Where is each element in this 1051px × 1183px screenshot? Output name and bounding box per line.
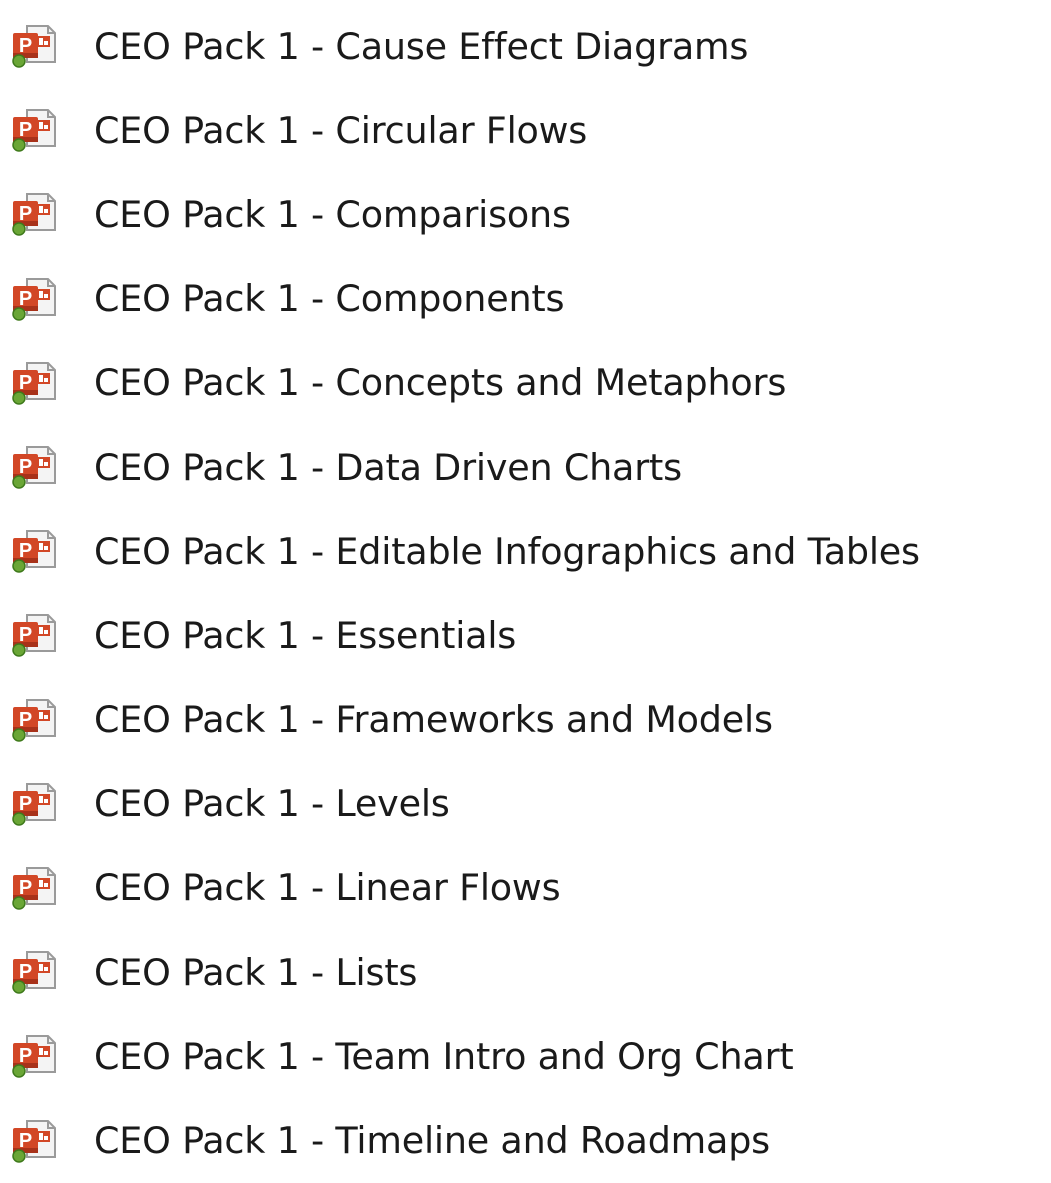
svg-text:P: P: [19, 793, 32, 815]
powerpoint-file-icon-graphic: P: [12, 277, 56, 321]
list-item[interactable]: P CEO Pack 1 - Linear Flows: [0, 846, 1051, 930]
file-name: CEO Pack 1 - Editable Infographics and T…: [94, 529, 920, 573]
svg-text:P: P: [19, 119, 32, 141]
powerpoint-file-icon-graphic: P: [12, 1119, 56, 1163]
powerpoint-file-icon: P: [0, 257, 64, 341]
file-name: CEO Pack 1 - Components: [94, 277, 565, 321]
powerpoint-file-icon-graphic: P: [12, 698, 56, 742]
powerpoint-file-icon-graphic: P: [12, 25, 56, 68]
file-name: CEO Pack 1 - Lists: [94, 950, 418, 994]
list-item[interactable]: P CEO Pack 1 - Essentials: [0, 593, 1051, 677]
powerpoint-file-icon-graphic: P: [12, 1035, 56, 1079]
powerpoint-file-icon: P: [0, 509, 64, 593]
list-item[interactable]: P CEO Pack 1 - Levels: [0, 762, 1051, 846]
powerpoint-file-icon: P: [0, 762, 64, 846]
file-name: CEO Pack 1 - Linear Flows: [94, 866, 561, 910]
powerpoint-file-icon: P: [0, 678, 64, 762]
svg-text:P: P: [19, 456, 32, 478]
svg-text:P: P: [19, 1130, 32, 1152]
powerpoint-file-icon-graphic: P: [12, 446, 56, 489]
list-item[interactable]: P CEO Pack 1 - Circular Flows: [0, 88, 1051, 172]
powerpoint-file-icon: P: [0, 88, 64, 172]
svg-text:P: P: [19, 540, 32, 562]
list-item[interactable]: P CEO Pack 1 - Editable Infographics and…: [0, 509, 1051, 593]
powerpoint-file-icon-graphic: P: [12, 193, 56, 237]
list-item[interactable]: P CEO Pack 1 - Lists: [0, 930, 1051, 1014]
powerpoint-file-icon: P: [0, 172, 64, 256]
list-item[interactable]: P CEO Pack 1 - Components: [0, 257, 1051, 341]
powerpoint-file-icon: P: [0, 846, 64, 930]
svg-text:P: P: [19, 624, 32, 646]
file-name: CEO Pack 1 - Timeline and Roadmaps: [94, 1119, 770, 1163]
powerpoint-file-icon-graphic: P: [12, 361, 56, 405]
powerpoint-file-icon-graphic: P: [12, 614, 56, 658]
file-name: CEO Pack 1 - Comparisons: [94, 192, 571, 236]
svg-text:P: P: [19, 961, 32, 983]
svg-text:P: P: [19, 1045, 32, 1067]
powerpoint-file-icon: P: [0, 930, 64, 1014]
svg-text:P: P: [19, 709, 32, 731]
file-list: P CEO Pack 1 - Cause Effect Diagrams P C…: [0, 4, 1051, 1183]
file-name: CEO Pack 1 - Data Driven Charts: [94, 445, 682, 489]
file-name: CEO Pack 1 - Cause Effect Diagrams: [94, 24, 749, 68]
list-item[interactable]: P CEO Pack 1 - Frameworks and Models: [0, 678, 1051, 762]
file-name: CEO Pack 1 - Circular Flows: [94, 108, 588, 152]
powerpoint-file-icon-graphic: P: [12, 951, 56, 994]
file-name: CEO Pack 1 - Levels: [94, 782, 450, 826]
powerpoint-file-icon-graphic: P: [12, 109, 56, 153]
file-name: CEO Pack 1 - Frameworks and Models: [94, 698, 773, 742]
svg-text:P: P: [19, 877, 32, 899]
file-name: CEO Pack 1 - Team Intro and Org Chart: [94, 1034, 794, 1078]
powerpoint-file-icon: P: [0, 593, 64, 677]
svg-text:P: P: [19, 35, 32, 57]
powerpoint-file-icon: P: [0, 1014, 64, 1098]
powerpoint-file-icon: P: [0, 341, 64, 425]
powerpoint-file-icon-graphic: P: [12, 866, 56, 910]
powerpoint-file-icon-graphic: P: [12, 782, 56, 826]
list-item[interactable]: P CEO Pack 1 - Team Intro and Org Chart: [0, 1014, 1051, 1098]
svg-text:P: P: [19, 372, 32, 394]
powerpoint-file-icon: P: [0, 425, 64, 509]
list-item[interactable]: P CEO Pack 1 - Cause Effect Diagrams: [0, 4, 1051, 88]
list-item[interactable]: P CEO Pack 1 - Data Driven Charts: [0, 425, 1051, 509]
svg-text:P: P: [19, 288, 32, 310]
file-name: CEO Pack 1 - Concepts and Metaphors: [94, 361, 787, 405]
svg-text:P: P: [19, 203, 32, 225]
list-item[interactable]: P CEO Pack 1 - Comparisons: [0, 172, 1051, 256]
powerpoint-file-icon-graphic: P: [12, 530, 56, 573]
list-item[interactable]: P CEO Pack 1 - Concepts and Metaphors: [0, 341, 1051, 425]
powerpoint-file-icon: P: [0, 4, 64, 88]
file-name: CEO Pack 1 - Essentials: [94, 613, 517, 657]
